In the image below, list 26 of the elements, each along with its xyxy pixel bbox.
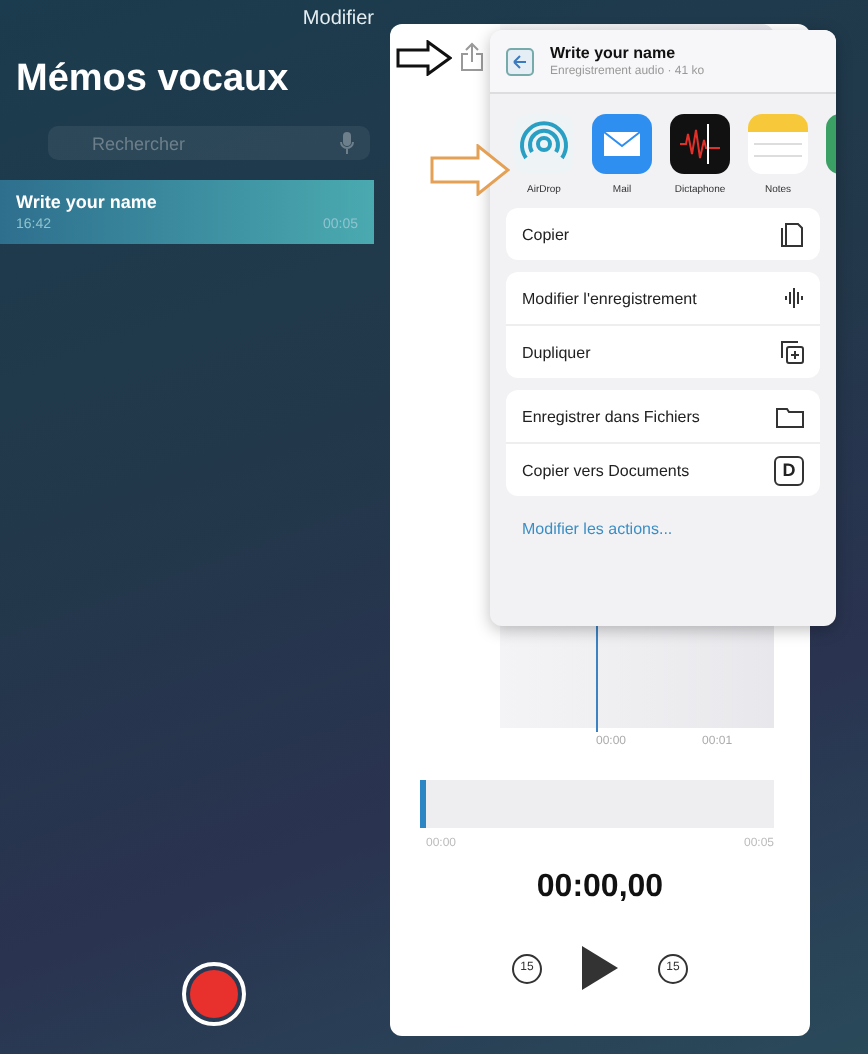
file-icon	[506, 47, 534, 75]
action-item[interactable]: Copier	[506, 208, 820, 260]
edit-button[interactable]: Modifier	[302, 0, 390, 30]
mail-icon[interactable]	[592, 114, 652, 174]
microphone-icon[interactable]	[340, 132, 354, 154]
voice-memo-icon[interactable]	[670, 114, 730, 174]
elapsed-time: 00:00,00	[534, 870, 666, 906]
folder-icon	[776, 405, 804, 427]
scrubber-thumb[interactable]	[420, 780, 426, 828]
action-item[interactable]: Copier vers Documents D	[506, 442, 820, 496]
screen-title: Mémos vocaux	[14, 56, 291, 102]
scrubber-track[interactable]	[420, 780, 774, 828]
action-item[interactable]: Dupliquer	[506, 324, 820, 378]
arrow-icon	[396, 40, 452, 76]
duplicate-icon	[780, 340, 804, 364]
copy-icon	[780, 220, 804, 248]
record-button[interactable]	[181, 962, 245, 1026]
notes-icon[interactable]	[748, 114, 808, 174]
waveform-icon	[784, 288, 804, 308]
action-item[interactable]: Modifier l'enregistrement	[506, 272, 820, 324]
action-item[interactable]: Enregistrer dans Fichiers	[506, 390, 820, 442]
share-icon[interactable]	[460, 42, 484, 72]
file-name: Write your name	[550, 44, 678, 62]
documents-app-icon: D	[774, 455, 804, 485]
arrow-icon	[430, 144, 510, 196]
play-icon[interactable]	[582, 946, 618, 990]
